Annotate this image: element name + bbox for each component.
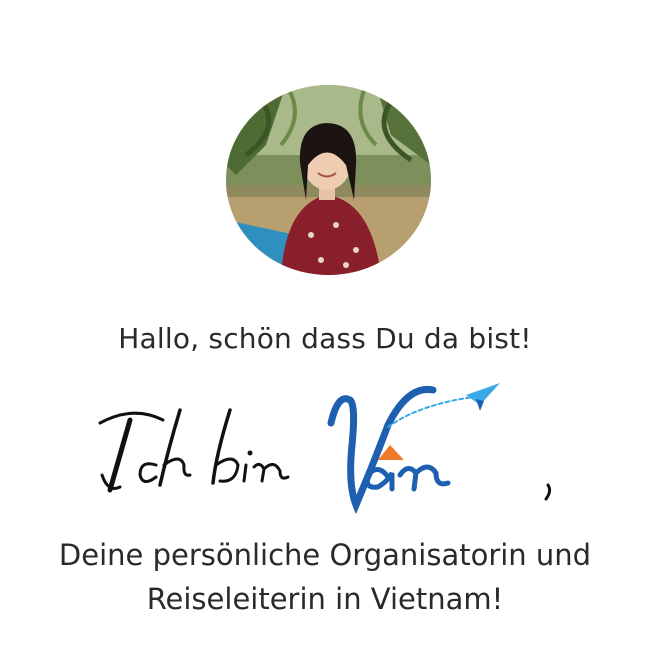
avatar-photo [226,85,431,275]
signature-logo [98,383,552,515]
page: Hallo, schön dass Du da bist! Deine pers… [0,0,650,650]
greeting-text: Hallo, schön dass Du da bist! [118,322,532,355]
signature-comma [544,483,552,501]
tagline-line-1: Deine persönliche Organisatorin und [58,538,592,572]
signature-van [327,385,474,515]
avatar [226,85,431,275]
tagline: Deine persönliche Organisatorin und Reis… [0,533,650,621]
signature-bin [211,408,290,485]
paper-plane-icon [466,383,500,411]
tagline-line-2: Reiseleiterin in Vietnam! [146,582,504,616]
signature-ich [98,408,192,493]
